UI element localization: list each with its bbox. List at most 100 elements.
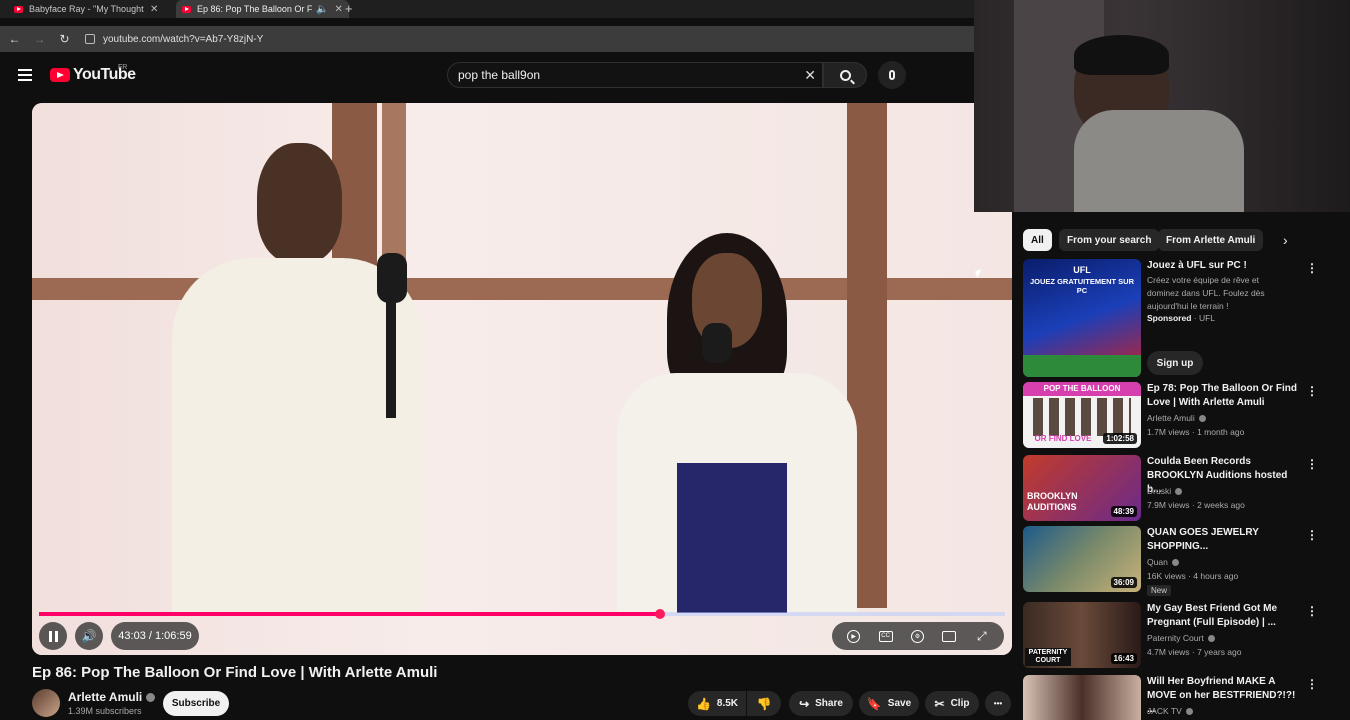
chip-all[interactable]: All <box>1023 229 1052 251</box>
channel-name[interactable]: Arlette Amuli <box>1147 412 1206 425</box>
tab-close-icon[interactable]: ✕ <box>334 4 342 15</box>
man-figure <box>172 143 422 613</box>
tab-close-icon[interactable]: ✕ <box>150 4 158 15</box>
clear-search-icon[interactable]: ✕ <box>804 67 816 84</box>
like-button[interactable]: 👍 8.5K <box>688 691 746 716</box>
back-icon[interactable]: ← <box>2 32 27 46</box>
captions-icon[interactable]: CC <box>878 630 893 642</box>
subscribe-button[interactable]: Subscribe <box>163 691 229 716</box>
sign-up-button[interactable]: Sign up <box>1147 351 1203 375</box>
channel-name[interactable]: Arlette Amuli <box>68 690 142 704</box>
video-thumbnail[interactable]: 36:09 <box>1023 526 1141 592</box>
logo-country: FR <box>118 64 128 71</box>
thumb-caption: PATERNITY COURT <box>1025 648 1071 666</box>
more-options-icon[interactable]: ⋮ <box>1306 604 1318 618</box>
ad-thumbnail[interactable]: UFL JOUEZ GRATUITEMENT SUR PC <box>1023 259 1141 377</box>
channel-name[interactable]: Quan <box>1147 556 1179 569</box>
url-field[interactable]: youtube.com/watch?v=Ab7-Y8zjN-Y <box>103 34 263 45</box>
recommendations-sidebar: All From your search From Arlette Amuli … <box>1013 212 1350 720</box>
youtube-play-icon <box>50 68 70 82</box>
video-stats: 16K views · 4 hours ago <box>1147 571 1239 581</box>
youtube-logo[interactable]: YouTube FR <box>50 64 136 84</box>
chip-from-channel[interactable]: From Arlette Amuli <box>1158 229 1264 251</box>
more-options-icon[interactable]: ⋮ <box>1306 528 1318 542</box>
fullscreen-icon[interactable]: ⤢ <box>975 629 989 643</box>
duration-badge: 48:39 <box>1110 506 1137 517</box>
mute-button[interactable]: 🔊 <box>75 622 103 650</box>
autoplay-icon[interactable]: ▶ <box>847 629 861 643</box>
channel-name[interactable]: Druski <box>1147 485 1183 498</box>
clip-button[interactable]: ✂ Clip <box>925 691 979 716</box>
list-item[interactable]: 36:09 QUAN GOES JEWELRY SHOPPING... Quan… <box>1023 526 1343 602</box>
browser-tab-active[interactable]: Ep 86: Pop The Balloon Or F 🔈 ✕ <box>176 0 349 18</box>
list-item[interactable]: Will Her Boyfriend MAKE A MOVE on her BE… <box>1023 675 1343 720</box>
video-title[interactable]: My Gay Best Friend Got Me Pregnant (Full… <box>1147 602 1297 630</box>
ad-description: Créez votre équipe de rêve et dominez da… <box>1147 275 1265 311</box>
list-item[interactable]: BROOKLYN AUDITIONS 48:39 Coulda Been Rec… <box>1023 455 1343 523</box>
list-item[interactable]: POP THE BALLOON OR FIND LOVE 1:02:58 Ep … <box>1023 382 1343 450</box>
verified-icon <box>146 693 156 703</box>
like-count: 8.5K <box>716 698 739 709</box>
more-options-icon[interactable]: ⋮ <box>1306 261 1318 275</box>
streamer-shirt <box>1074 110 1244 212</box>
ad-thumb-logo: UFL <box>1073 265 1091 275</box>
clip-label: Clip <box>950 698 970 709</box>
progress-bar[interactable] <box>39 609 1005 619</box>
more-actions-button[interactable]: ••• <box>985 691 1011 716</box>
share-button[interactable]: ↪ Share <box>789 691 853 716</box>
thumbs-up-icon: 👍 <box>695 696 711 711</box>
volume-icon: 🔊 <box>81 629 97 643</box>
new-tab-button[interactable]: + <box>345 1 353 16</box>
voice-search-button[interactable] <box>878 61 906 89</box>
site-info-icon[interactable] <box>85 34 95 44</box>
video-thumbnail[interactable]: BROOKLYN AUDITIONS 48:39 <box>1023 455 1141 521</box>
channel-name-row[interactable]: Arlette Amuli <box>68 690 156 704</box>
chip-from-search[interactable]: From your search <box>1059 229 1160 251</box>
more-options-icon[interactable]: ⋮ <box>1306 677 1318 691</box>
verified-icon <box>1185 708 1193 716</box>
channel-name[interactable]: Paternity Court <box>1147 632 1215 645</box>
chevron-right-icon[interactable]: › <box>1283 232 1288 248</box>
search-box: ✕ <box>447 62 823 88</box>
video-thumbnail[interactable] <box>1023 675 1141 720</box>
settings-icon[interactable]: ⚙ <box>910 629 924 643</box>
forward-icon[interactable]: → <box>27 32 52 46</box>
video-title[interactable]: Ep 78: Pop The Balloon Or Find Love | Wi… <box>1147 382 1297 410</box>
video-thumbnail[interactable]: POP THE BALLOON OR FIND LOVE 1:02:58 <box>1023 382 1141 448</box>
sponsored-item[interactable]: UFL JOUEZ GRATUITEMENT SUR PC Jouez à UF… <box>1023 259 1343 379</box>
youtube-header: YouTube FR ✕ <box>0 52 975 100</box>
thumb-people <box>1033 398 1131 436</box>
ad-thumb-text: JOUEZ GRATUITEMENT SUR PC <box>1029 277 1135 295</box>
list-item[interactable]: PATERNITY COURT 16:43 My Gay Best Friend… <box>1023 602 1343 670</box>
verified-icon <box>1207 635 1215 643</box>
channel-name[interactable]: JACK TV <box>1147 705 1193 718</box>
more-options-icon[interactable]: ⋮ <box>1306 384 1318 398</box>
duration-badge: 16:43 <box>1110 653 1137 664</box>
player-right-controls: ▶ CC ⚙ ⤢ <box>832 622 1004 650</box>
video-player[interactable]: 🔊 43:03 / 1:06:59 ▶ CC ⚙ ⤢ <box>32 103 1012 655</box>
thumb-caption-bottom: OR FIND LOVE <box>1034 434 1092 443</box>
reload-icon[interactable]: ↻ <box>52 32 77 46</box>
hamburger-menu-icon[interactable] <box>18 69 32 81</box>
duration-badge: 1:02:58 <box>1103 433 1137 444</box>
search-input[interactable] <box>458 68 798 82</box>
search-button[interactable] <box>823 62 867 88</box>
theater-icon[interactable] <box>942 630 957 642</box>
dislike-button[interactable]: 👎 <box>747 691 781 716</box>
channel-avatar[interactable] <box>32 689 60 717</box>
scissors-icon: ✂ <box>934 696 945 711</box>
ad-advertiser: UFL <box>1198 313 1216 323</box>
video-title[interactable]: QUAN GOES JEWELRY SHOPPING... <box>1147 526 1297 554</box>
sponsored-label: Sponsored <box>1147 313 1192 323</box>
video-title: Ep 86: Pop The Balloon Or Find Love | Wi… <box>32 664 438 681</box>
save-button[interactable]: 🔖 Save <box>859 691 919 716</box>
verified-icon <box>1198 415 1206 423</box>
youtube-favicon-icon <box>182 5 191 13</box>
browser-tab-babyface[interactable]: Babyface Ray - "My Thoughts S ✕ <box>8 0 164 18</box>
share-label: Share <box>815 698 843 709</box>
pause-button[interactable] <box>39 622 67 650</box>
more-options-icon[interactable]: ⋮ <box>1306 457 1318 471</box>
video-thumbnail[interactable]: PATERNITY COURT 16:43 <box>1023 602 1141 668</box>
speaker-icon[interactable]: 🔈 <box>316 4 328 15</box>
ad-title[interactable]: Jouez à UFL sur PC ! <box>1147 259 1297 273</box>
